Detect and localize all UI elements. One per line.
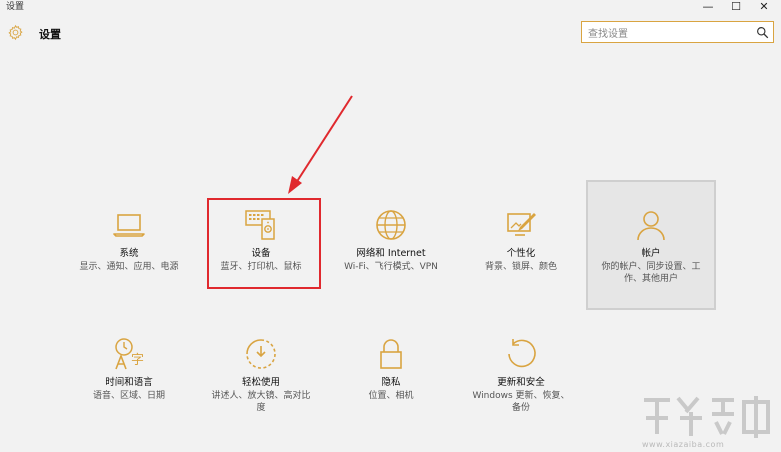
minimize-button[interactable]: —: [694, 0, 722, 14]
tile-personalization[interactable]: 个性化 背景、锁屏、颜色: [456, 207, 586, 273]
tile-network[interactable]: 网络和 Internet Wi-Fi、飞行模式、VPN: [326, 207, 456, 273]
search-icon[interactable]: [756, 26, 769, 39]
update-icon: [508, 339, 536, 368]
tile-description: 背景、锁屏、颜色: [484, 262, 557, 272]
tile-name: 时间和语言: [105, 377, 153, 388]
tile-description: 你的帐户、同步设置、工作、其他用户: [601, 262, 701, 284]
tile-description: Windows 更新、恢复、备份: [472, 391, 570, 413]
tile-system[interactable]: 系统 显示、通知、应用、电源: [64, 207, 194, 273]
tile-privacy[interactable]: 隐私 位置、相机: [326, 336, 456, 402]
globe-icon: [376, 210, 406, 240]
highlight-box: [207, 198, 321, 289]
watermark-logo-icon: [644, 396, 770, 438]
search-box[interactable]: [581, 21, 774, 45]
header: 设置: [0, 18, 781, 48]
svg-text:字: 字: [131, 353, 144, 368]
tile-ease-of-access[interactable]: 轻松使用 讲述人、放大镜、高对比度: [196, 336, 326, 414]
tile-name: 系统: [119, 248, 139, 259]
tile-description: 语音、区域、日期: [92, 391, 165, 401]
tile-description: Wi-Fi、飞行模式、VPN: [344, 262, 438, 272]
tile-description: 位置、相机: [368, 391, 414, 401]
tile-name: 帐户: [641, 248, 661, 259]
tile-description: 显示、通知、应用、电源: [79, 262, 179, 272]
person-icon: [637, 211, 665, 241]
laptop-icon: [113, 214, 145, 237]
watermark-url: www.xiazaiba.com: [642, 440, 725, 449]
maximize-button[interactable]: ☐: [722, 0, 750, 14]
tile-name: 网络和 Internet: [356, 248, 426, 259]
time-language-icon: 字: [115, 338, 144, 370]
tile-description: 讲述人、放大镜、高对比度: [211, 391, 311, 413]
ease-of-access-icon: [246, 339, 276, 369]
lock-icon: [380, 339, 402, 369]
title-bar: 设置 — ☐ ✕: [0, 0, 781, 14]
close-button[interactable]: ✕: [750, 0, 778, 14]
tile-name: 更新和安全: [497, 377, 545, 388]
gear-icon: [8, 24, 23, 41]
personalization-icon: [507, 213, 536, 236]
tile-name: 个性化: [506, 248, 536, 259]
window-title: 设置: [6, 2, 25, 12]
tile-name: 隐私: [381, 377, 401, 388]
page-title: 设置: [39, 28, 61, 41]
tile-name: 轻松使用: [241, 377, 280, 388]
tile-update-security[interactable]: 更新和安全 Windows 更新、恢复、备份: [456, 336, 586, 414]
tile-accounts[interactable]: 帐户 你的帐户、同步设置、工作、其他用户: [586, 180, 716, 310]
search-input[interactable]: [582, 24, 750, 45]
tile-time-language[interactable]: 字 时间和语言 语音、区域、日期: [64, 336, 194, 402]
